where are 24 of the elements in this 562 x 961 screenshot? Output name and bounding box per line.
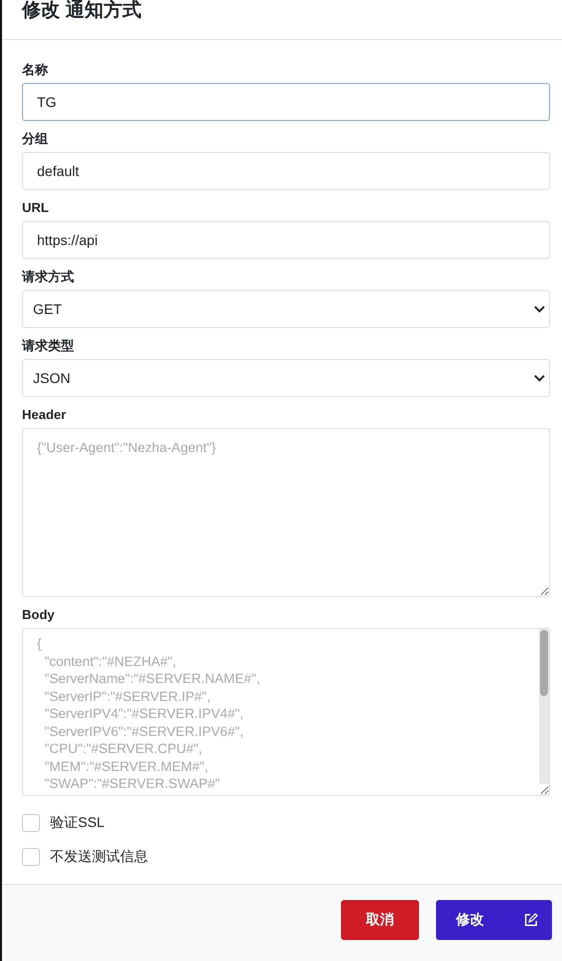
checkbox-label: 验证SSL	[50, 814, 104, 832]
select-field[interactable]: GET	[22, 290, 550, 328]
select-field[interactable]: JSON	[22, 359, 550, 397]
field-label: 请求类型	[22, 338, 75, 353]
chevron-down-icon	[534, 305, 545, 313]
field-label: Body	[22, 607, 56, 622]
field-label: 名称	[22, 62, 49, 77]
submit-button[interactable]: 修改	[436, 900, 552, 940]
cancel-button[interactable]: 取消	[341, 900, 419, 940]
checkbox[interactable]	[22, 848, 40, 866]
field-label: 请求方式	[22, 269, 75, 284]
field-label: 分组	[22, 131, 49, 146]
text-field[interactable]: https://api	[22, 221, 550, 259]
text-field[interactable]: default	[22, 152, 550, 190]
field-label: Header	[22, 407, 68, 422]
text-area[interactable]: {"User-Agent":"Nezha-Agent"}	[22, 428, 550, 597]
chevron-down-icon	[534, 374, 545, 382]
scrollbar[interactable]	[539, 629, 549, 784]
text-field[interactable]: TG	[22, 83, 550, 121]
edit-icon	[524, 913, 538, 927]
field-label: URL	[22, 200, 50, 215]
checkbox[interactable]	[22, 814, 40, 832]
text-area[interactable]: { "content":"#NEZHA#", "ServerName":"#SERVER.NAME#", "ServerIP":"#SERVER.IP#", "ServerIPV4":"#SERVER.IPV4#", "ServerIPV6":"#SERVER.IPV6#", "CPU":"#SERVER.CPU#", "MEM":"#SERVER.MEM#", "SWAP":"#SERVER.SWAP#"	[22, 628, 550, 796]
checkbox-label: 不发送测试信息	[50, 848, 148, 866]
